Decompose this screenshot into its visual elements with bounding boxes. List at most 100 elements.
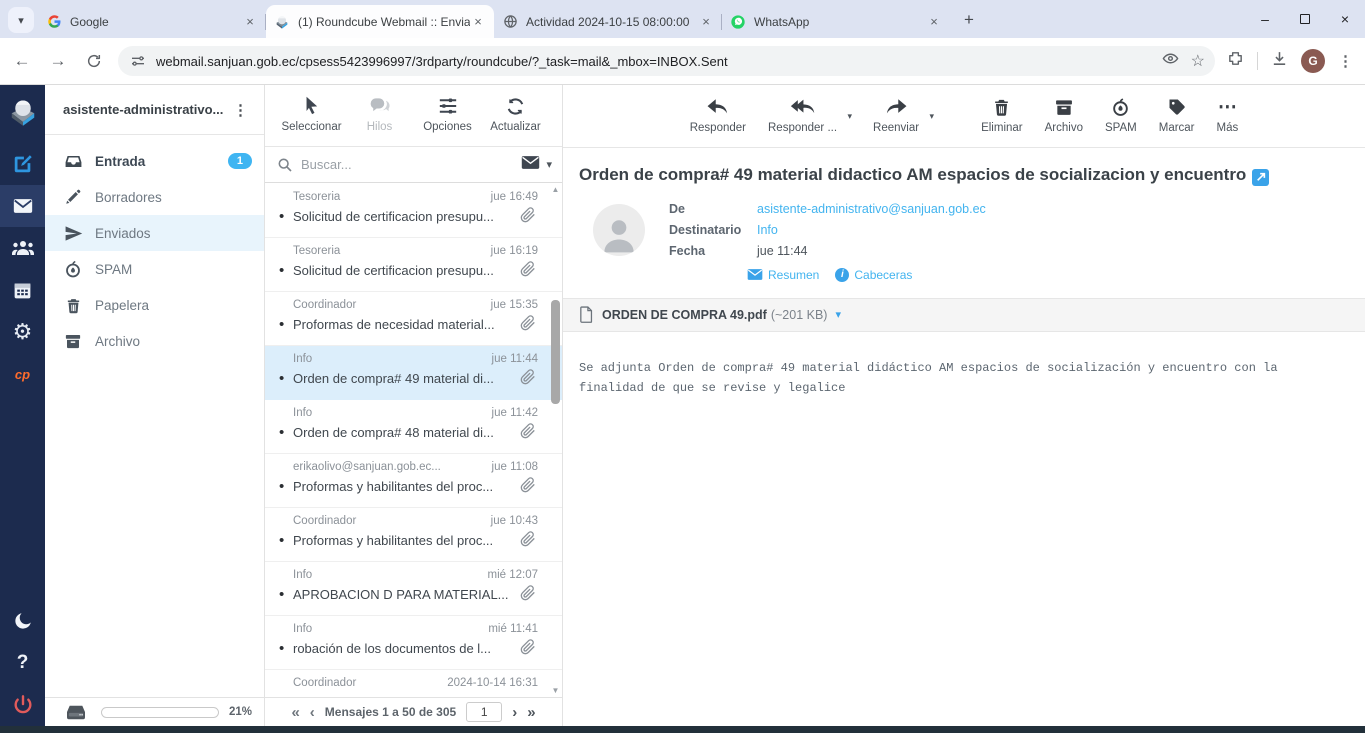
rail-logout-button[interactable] — [0, 684, 45, 726]
attachment-menu-caret[interactable]: ▾ — [835, 308, 841, 321]
folder-archivo[interactable]: Archivo — [45, 323, 264, 359]
forward-caret[interactable]: ▾ — [930, 111, 935, 122]
search-bar: ▾ — [265, 147, 562, 183]
scroll-up-icon[interactable]: ▲ — [549, 184, 562, 196]
tab-roundcube[interactable]: (1) Roundcube Webmail :: Envia × — [266, 5, 494, 38]
tab-actividad[interactable]: Actividad 2024-10-15 08:00:00 × — [494, 5, 722, 38]
pencil-icon — [63, 187, 83, 207]
rail-cpanel-button[interactable]: cp — [0, 353, 45, 395]
spam-button[interactable]: SPAM — [1096, 95, 1146, 134]
last-page-button[interactable]: » — [527, 705, 535, 720]
reply-all-caret[interactable]: ▾ — [848, 111, 853, 122]
tab-google[interactable]: Google × — [38, 5, 266, 38]
profile-avatar[interactable]: G — [1301, 49, 1325, 73]
close-window-button[interactable]: × — [1325, 4, 1365, 34]
summary-link[interactable]: Resumen — [747, 268, 819, 282]
list-scrollbar: ▲ ▼ — [549, 184, 562, 697]
external-link-icon[interactable] — [1252, 169, 1269, 186]
browser-window: ▾ Google × (1) Roundcube Webmail :: Envi… — [0, 0, 1365, 733]
quota-percent: 21% — [229, 706, 252, 718]
url-text[interactable]: webmail.sanjuan.gob.ec/cpsess5423996997/… — [156, 54, 1154, 69]
spam-icon — [63, 259, 83, 279]
help-icon: ? — [17, 652, 29, 674]
message-row[interactable]: Infojue 11:44•Orden de compra# 49 materi… — [265, 346, 562, 400]
site-info-icon[interactable] — [128, 51, 148, 71]
message-row[interactable]: erikaolivo@sanjuan.gob.ec...jue 11:08•Pr… — [265, 454, 562, 508]
search-scope-icon[interactable] — [521, 155, 540, 175]
folder-papelera[interactable]: Papelera — [45, 287, 264, 323]
message-row[interactable]: Coordinadorjue 10:43•Proformas y habilit… — [265, 508, 562, 562]
power-icon — [12, 694, 34, 716]
prev-page-button[interactable]: ‹ — [310, 705, 315, 720]
folder-panel: asistente-administrativo... ⋮ Entrada 1 … — [45, 85, 265, 726]
folder-label: Enviados — [95, 226, 151, 241]
attachment-name[interactable]: ORDEN DE COMPRA 49.pdf — [602, 308, 767, 322]
folder-menu-icon[interactable]: ⋮ — [227, 97, 254, 123]
message-date: 2024-10-14 16:31 — [447, 677, 538, 689]
rail-compose-button[interactable] — [0, 143, 45, 185]
message-row[interactable]: Infomié 12:07•APROBACION D PARA MATERIAL… — [265, 562, 562, 616]
folder-borradores[interactable]: Borradores — [45, 179, 264, 215]
message-row[interactable]: Infojue 11:42•Orden de compra# 48 materi… — [265, 400, 562, 454]
search-options-caret[interactable]: ▾ — [546, 158, 552, 171]
gear-icon: ⚙ — [13, 319, 33, 345]
maximize-button[interactable] — [1285, 4, 1325, 34]
tab-whatsapp[interactable]: WhatsApp × — [722, 5, 950, 38]
address-bar[interactable]: webmail.sanjuan.gob.ec/cpsess5423996997/… — [118, 46, 1215, 76]
extensions-icon[interactable] — [1227, 50, 1244, 72]
scroll-down-icon[interactable]: ▼ — [549, 685, 562, 697]
archive-button[interactable]: Archivo — [1036, 95, 1092, 134]
reading-mode-icon[interactable] — [1162, 50, 1179, 72]
threads-button[interactable]: Hilos — [349, 94, 411, 133]
close-icon[interactable]: × — [242, 14, 258, 30]
delete-button[interactable]: Eliminar — [972, 95, 1032, 134]
select-button[interactable]: Seleccionar — [281, 94, 343, 133]
reload-icon — [86, 53, 102, 69]
more-button[interactable]: ⋯ Más — [1208, 95, 1248, 134]
tab-search-button[interactable]: ▾ — [8, 7, 34, 33]
forward-button[interactable]: Reenviar ▾ — [864, 95, 928, 134]
message-row[interactable]: Infomié 11:41•robación de los documentos… — [265, 616, 562, 670]
rail-help-button[interactable]: ? — [0, 642, 45, 684]
close-icon[interactable]: × — [698, 14, 714, 30]
folder-spam[interactable]: SPAM — [45, 251, 264, 287]
folder-entrada[interactable]: Entrada 1 — [45, 143, 264, 179]
rail-mail-button[interactable] — [0, 185, 45, 227]
moon-icon — [12, 610, 34, 632]
rail-settings-button[interactable]: ⚙ — [0, 311, 45, 353]
to-address[interactable]: Info — [757, 223, 778, 237]
message-row[interactable]: Tesoreriajue 16:49•Solicitud de certific… — [265, 184, 562, 238]
rail-calendar-button[interactable] — [0, 269, 45, 311]
reply-all-button[interactable]: Responder ... ▾ — [759, 95, 846, 134]
refresh-button[interactable]: Actualizar — [485, 94, 547, 133]
back-button[interactable]: ← — [8, 47, 36, 75]
forward-button[interactable]: → — [44, 47, 72, 75]
folder-enviados[interactable]: Enviados — [45, 215, 264, 251]
message-row[interactable]: Coordinador2024-10-14 16:31 — [265, 670, 562, 697]
close-icon[interactable]: × — [470, 14, 486, 30]
reply-button[interactable]: Responder — [681, 95, 755, 134]
rail-contacts-button[interactable] — [0, 227, 45, 269]
folder-label: Entrada — [95, 154, 145, 169]
reload-button[interactable] — [80, 47, 108, 75]
scrollbar-thumb[interactable] — [551, 300, 560, 404]
next-page-button[interactable]: › — [512, 705, 517, 720]
search-input[interactable] — [301, 157, 515, 172]
download-icon[interactable] — [1271, 50, 1288, 72]
rail-darkmode-button[interactable] — [0, 600, 45, 642]
message-row[interactable]: Tesoreriajue 16:19•Solicitud de certific… — [265, 238, 562, 292]
first-page-button[interactable]: « — [291, 705, 299, 720]
options-button[interactable]: Opciones — [417, 94, 479, 133]
browser-menu-icon[interactable]: ⋮ — [1338, 52, 1353, 70]
mark-button[interactable]: Marcar — [1150, 95, 1204, 134]
pdf-file-icon — [579, 306, 594, 323]
bookmark-star-icon[interactable]: ☆ — [1191, 51, 1205, 71]
headers-link[interactable]: i Cabeceras — [835, 268, 912, 282]
from-address[interactable]: asistente-administrativo@sanjuan.gob.ec — [757, 202, 986, 216]
message-sender: Info — [279, 407, 484, 419]
new-tab-button[interactable]: + — [956, 7, 982, 33]
message-row[interactable]: Coordinadorjue 15:35•Proformas de necesi… — [265, 292, 562, 346]
close-icon[interactable]: × — [926, 14, 942, 30]
minimize-button[interactable]: – — [1245, 4, 1285, 34]
page-input[interactable] — [466, 702, 502, 722]
